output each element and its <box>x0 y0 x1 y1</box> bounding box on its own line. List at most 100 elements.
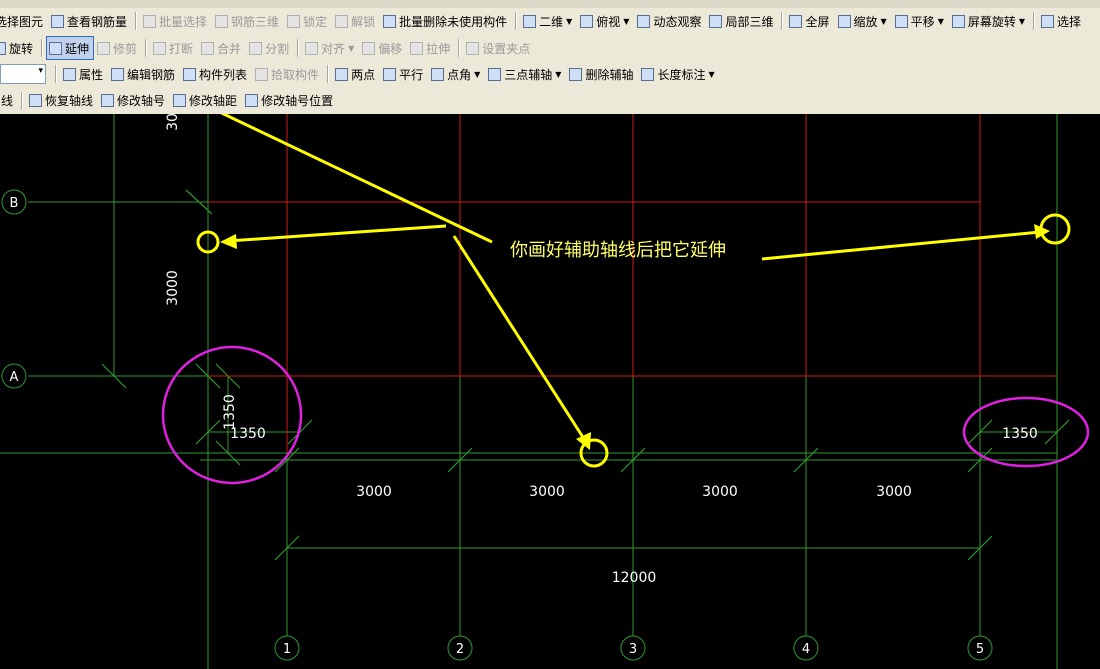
toolbar-row-0 <box>0 0 1100 8</box>
local-3d-button[interactable]: 局部三维 <box>706 9 778 33</box>
hand-icon <box>894 14 908 28</box>
two-point-button[interactable]: 两点 <box>332 62 380 86</box>
cad-drawing-canvas[interactable]: 1 2 3 4 5 B A 3000 3000 3000 3000 12000 … <box>0 114 1100 669</box>
axis-position-icon <box>245 94 259 107</box>
select-layers-icon <box>1041 14 1055 28</box>
separator <box>781 12 784 30</box>
delete-axis-icon <box>569 67 583 81</box>
toolbar-row-3: 属性 编辑钢筋 构件列表 拾取构件 两点 平行 点角▼ 三点辅轴▼ 删除辅轴 长… <box>0 61 720 87</box>
edit-rebar-button[interactable]: 编辑钢筋 <box>108 62 180 86</box>
chevron-down-icon: ▼ <box>937 16 944 26</box>
axis-label-A: A <box>10 370 19 385</box>
pencil-icon <box>101 94 115 107</box>
annotation-arrows <box>196 114 1071 468</box>
offset-button[interactable]: 偏移 <box>359 36 407 60</box>
chevron-down-icon: ▼ <box>566 16 573 26</box>
dim-text-span-3: 3000 <box>702 484 738 500</box>
batch-delete-unused-button[interactable]: 批量删除未使用构件 <box>380 9 512 33</box>
modify-axis-number-position-button[interactable]: 修改轴号位置 <box>242 89 338 113</box>
zoom-extents-icon <box>789 14 803 28</box>
two-point-axis-icon <box>335 67 349 81</box>
length-dimension-dropdown[interactable]: 长度标注 ▼ <box>638 62 719 86</box>
select-button[interactable]: 选择 <box>1038 9 1086 33</box>
dim-text-span-2: 3000 <box>529 484 565 500</box>
dim-text-3000-vertical: 3000 <box>165 270 181 306</box>
point-angle-dropdown[interactable]: 点角 ▼ <box>428 62 485 86</box>
extend-button[interactable]: 延伸 <box>46 36 95 60</box>
rebar-3d-button[interactable]: 钢筋三维 <box>212 9 284 33</box>
top-view-dropdown[interactable]: 俯视 ▼ <box>577 9 634 33</box>
lock-button[interactable]: 锁定 <box>284 9 332 33</box>
merge-icon <box>201 41 215 55</box>
chevron-down-icon: ▼ <box>474 69 481 79</box>
trim-button[interactable]: 修剪 <box>94 36 142 60</box>
separator <box>55 65 57 83</box>
point-angle-icon <box>431 67 445 81</box>
stretch-button[interactable]: 拉伸 <box>407 36 455 60</box>
split-button[interactable]: 分割 <box>246 36 294 60</box>
list-icon <box>183 67 197 81</box>
restore-axis-button[interactable]: 恢复轴线 <box>26 89 98 113</box>
parallel-button[interactable]: 平行 <box>380 62 428 86</box>
chevron-down-icon: ▼ <box>623 16 630 26</box>
dynamic-orbit-button[interactable]: 动态观察 <box>634 9 706 33</box>
dim-text-total: 12000 <box>612 570 657 586</box>
view-2d-dropdown[interactable]: 二维 ▼ <box>520 9 577 33</box>
dim-text-1350-vertical: 1350 <box>222 394 238 430</box>
chevron-down-icon: ▼ <box>348 43 355 53</box>
batch-select-button[interactable]: 批量选择 <box>140 9 212 33</box>
three-point-axis-dropdown[interactable]: 三点辅轴 ▼ <box>485 62 566 86</box>
axis-label-2: 2 <box>456 642 464 657</box>
break-button[interactable]: 打断 <box>150 36 198 60</box>
merge-button[interactable]: 合并 <box>198 36 246 60</box>
rotate-screen-icon <box>951 14 965 28</box>
set-grip-button[interactable]: 设置夹点 <box>463 36 535 60</box>
cube-icon <box>580 14 594 28</box>
pick-component-button[interactable]: 拾取构件 <box>252 62 324 86</box>
axis-label-1: 1 <box>283 642 291 657</box>
axis-bubbles <box>1 189 993 661</box>
select-element-button[interactable]: 选择图元 <box>0 9 48 33</box>
dim-text-top-vertical: 30 <box>165 114 181 131</box>
arrow-to-bottom-endpoint <box>452 235 588 443</box>
axis-bubble-labels: 1 2 3 4 5 B A <box>10 196 985 657</box>
fullscreen-button[interactable]: 全屏 <box>786 9 834 33</box>
rebar-3d-icon <box>215 14 229 28</box>
screen-rotate-dropdown[interactable]: 屏幕旋转 ▼ <box>949 9 1030 33</box>
unlock-icon <box>335 14 349 28</box>
delete-aux-axis-button[interactable]: 删除辅轴 <box>566 62 638 86</box>
pan-dropdown[interactable]: 平移 ▼ <box>892 9 949 33</box>
dim-text-1350-right: 1350 <box>1002 426 1038 442</box>
dimension-icon <box>641 67 655 81</box>
local-3d-icon <box>709 14 723 28</box>
zoom-dropdown[interactable]: 缩放 ▼ <box>835 9 892 33</box>
offset-icon <box>362 41 376 55</box>
rotate-button[interactable]: 旋转 <box>0 36 38 60</box>
component-list-button[interactable]: 构件列表 <box>180 62 252 86</box>
component-select-combo[interactable] <box>0 64 46 84</box>
align-dropdown[interactable]: 对齐 ▼ <box>302 36 359 60</box>
axis-line-button[interactable]: 线 <box>0 89 18 113</box>
break-icon <box>153 41 167 55</box>
three-point-axis-icon <box>488 67 502 81</box>
unlock-button[interactable]: 解锁 <box>332 9 380 33</box>
separator <box>458 39 461 57</box>
separator <box>145 39 148 57</box>
modify-axis-spacing-button[interactable]: 修改轴距 <box>170 89 242 113</box>
view-rebar-button[interactable]: 查看钢筋量 <box>48 9 132 33</box>
chevron-down-icon: ▼ <box>1018 16 1026 26</box>
properties-icon <box>63 67 76 81</box>
lock-icon <box>287 14 301 28</box>
separator <box>1033 12 1036 30</box>
parallel-axis-icon <box>383 67 397 81</box>
properties-button[interactable]: 属性 <box>60 62 108 86</box>
modify-axis-number-button[interactable]: 修改轴号 <box>98 89 170 113</box>
align-icon <box>305 41 319 55</box>
axis-label-5: 5 <box>976 642 984 657</box>
toolbar-area: 选择图元 查看钢筋量 批量选择 钢筋三维 锁定 解锁 批量删除未使用构件 二维 ▼… <box>0 0 1100 114</box>
split-icon <box>249 41 263 55</box>
arrow-to-right-endpoint <box>761 230 1041 261</box>
separator <box>41 39 44 57</box>
delete-brush-icon <box>383 14 397 28</box>
trim-icon <box>97 41 111 55</box>
